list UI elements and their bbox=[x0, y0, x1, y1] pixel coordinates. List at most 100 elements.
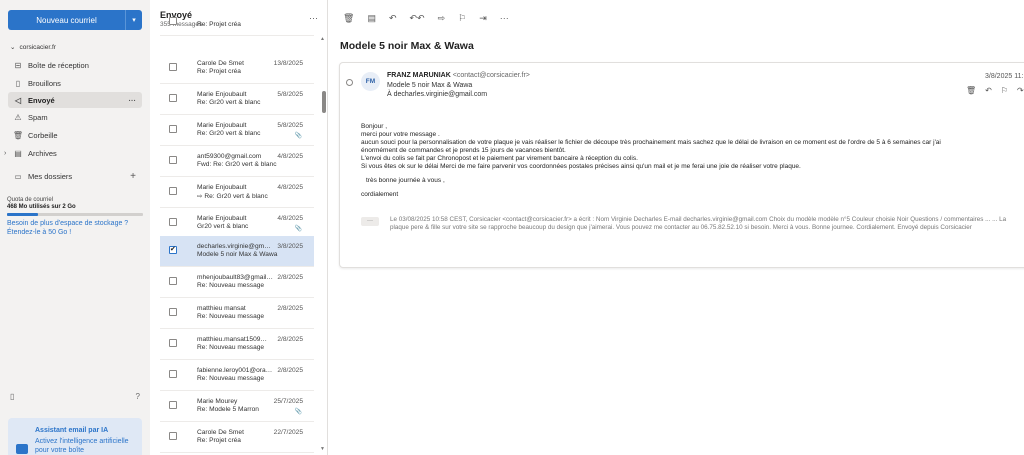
sender-name: FRANZ MARUNIAK bbox=[387, 72, 451, 79]
body-line: Bonjour , bbox=[361, 123, 388, 130]
delete-icon[interactable]: 🗑 bbox=[343, 13, 354, 24]
message-row[interactable]: Carole De Smet 22/7/2025 Re: Projet créa bbox=[160, 422, 314, 453]
row-recipient: Carole De Smet bbox=[197, 60, 244, 67]
reply-icon[interactable]: ↶ bbox=[985, 86, 992, 95]
message-row[interactable]: Marie Enjoubault 5/8/2025 Re: Gr20 vert & … bbox=[160, 115, 314, 146]
folder-spam[interactable]: ⚠ Spam bbox=[8, 109, 142, 125]
message-row[interactable]: Marie Mourey 25/7/2025 Re: Modele 5 Marron… bbox=[160, 391, 314, 422]
account-toggle[interactable]: ⌄ corsicacier.fr bbox=[10, 43, 56, 52]
sender: FRANZ MARUNIAK <contact@corsicacier.fr> bbox=[387, 72, 530, 79]
attachment-icon: 📎 bbox=[294, 226, 302, 232]
row-date: 2/8/2025 bbox=[277, 367, 303, 374]
show-quote-button[interactable]: ··· bbox=[361, 217, 379, 226]
select-radio[interactable] bbox=[346, 79, 353, 86]
move-to-folder-icon[interactable]: ⇥ bbox=[479, 13, 487, 24]
delete-icon[interactable]: 🗑 bbox=[966, 86, 976, 95]
help-icon[interactable]: ? bbox=[136, 392, 140, 401]
scroll-down-icon[interactable]: ▼ bbox=[320, 446, 325, 452]
row-checkbox[interactable] bbox=[169, 308, 177, 316]
message-row[interactable]: matthieu.mansat1509@gmail.com 2/8/2025 Re:… bbox=[160, 329, 314, 360]
folder-archive[interactable]: › ▤ Archives bbox=[4, 145, 142, 161]
folder-drafts[interactable]: ▯ Brouillons bbox=[8, 75, 142, 91]
row-subject: Re: Nouveau message bbox=[197, 375, 265, 382]
row-date: 2/8/2025 bbox=[277, 305, 303, 312]
row-checkbox[interactable] bbox=[169, 401, 177, 409]
flag-icon[interactable]: ⚐ bbox=[1001, 86, 1008, 95]
row-subject: Re: Projet créa bbox=[197, 68, 241, 75]
row-checkbox[interactable]: ✔ bbox=[169, 246, 177, 254]
row-checkbox[interactable] bbox=[169, 63, 177, 71]
chevron-down-icon: ⌄ bbox=[10, 44, 16, 51]
message-row[interactable]: Carole De Smet 13/8/2025 Re: Projet créa bbox=[160, 53, 314, 84]
row-checkbox[interactable] bbox=[169, 187, 177, 195]
new-mail-label: Nouveau courriel bbox=[36, 15, 97, 25]
ai-assistant-banner[interactable]: Assistant email par IA Activez l'intelli… bbox=[8, 418, 142, 455]
row-recipient: matthieu.mansat1509@gmail.com bbox=[197, 336, 273, 343]
recipient-email: decharles.virginie@gmail.com bbox=[393, 91, 488, 98]
message-row[interactable]: Marie Enjoubault 4/8/2025 Gr20 vert & blan… bbox=[160, 208, 314, 239]
account-name: corsicacier.fr bbox=[19, 43, 56, 51]
row-date: 2/8/2025 bbox=[277, 336, 303, 343]
message-row[interactable]: ant59300@gmail.com 4/8/2025 Fwd: Re: Gr20 … bbox=[160, 146, 314, 177]
row-recipient: Marie Enjoubault bbox=[197, 91, 247, 98]
row-checkbox[interactable] bbox=[169, 218, 177, 226]
row-checkbox[interactable] bbox=[169, 277, 177, 285]
mail-quota: Quota de courriel 468 Mo utilisés sur 2 … bbox=[7, 197, 143, 237]
row-subject: Re: Projet créa bbox=[197, 437, 241, 444]
message-row[interactable]: mhenjoubault83@gmail.com 2/8/2025 Re: Nouv… bbox=[160, 267, 314, 298]
row-date: 5/8/2025 bbox=[277, 91, 303, 98]
message-toolbar: 🗑 ▤ ↶ ↶↶ ⇨ ⚐ ⇥ ··· bbox=[343, 13, 509, 24]
check-icon: ✔ bbox=[170, 246, 176, 253]
reading-pane: 🗑 ▤ ↶ ↶↶ ⇨ ⚐ ⇥ ··· Modele 5 noir Max & W… bbox=[329, 0, 1024, 455]
chevron-down-icon[interactable]: ▾ bbox=[126, 16, 142, 24]
avatar: FM bbox=[361, 72, 380, 91]
row-date: 22/7/2025 bbox=[273, 429, 303, 436]
more-options-icon[interactable]: ··· bbox=[129, 96, 137, 105]
row-checkbox[interactable] bbox=[169, 156, 177, 164]
row-date: 13/8/2025 bbox=[273, 60, 303, 67]
attachment-icon: 📎 bbox=[294, 133, 302, 139]
message-card: FM FRANZ MARUNIAK <contact@corsicacier.f… bbox=[339, 62, 1024, 268]
flag-icon[interactable]: ⚐ bbox=[458, 13, 466, 24]
folder-inbox[interactable]: ⊟ Boîte de réception bbox=[8, 57, 142, 73]
add-folder-icon[interactable]: + bbox=[130, 171, 136, 182]
row-checkbox[interactable] bbox=[169, 125, 177, 133]
row-checkbox[interactable] bbox=[169, 370, 177, 378]
row-checkbox[interactable] bbox=[169, 94, 177, 102]
scrollbar-thumb[interactable] bbox=[322, 91, 326, 113]
row-recipient: matthieu mansat bbox=[197, 305, 246, 312]
recipients: À decharles.virginie@gmail.com bbox=[387, 91, 488, 98]
message-row[interactable]: matthieu mansat 2/8/2025 Re: Nouveau messa… bbox=[160, 298, 314, 329]
body-line: très bonne journée à vous , bbox=[366, 177, 445, 184]
forward-icon[interactable]: ⇨ bbox=[438, 13, 446, 24]
message-row[interactable]: fabienne.leroy001@orange.fr 2/8/2025 Re: N… bbox=[160, 360, 314, 391]
message-row[interactable]: Re: Projet créa bbox=[160, 16, 314, 36]
row-recipient: fabienne.leroy001@orange.fr bbox=[197, 367, 273, 374]
collapse-panel-icon[interactable]: ▯ bbox=[10, 392, 14, 401]
my-folders[interactable]: ▭ Mes dossiers + bbox=[8, 171, 142, 182]
row-recipient: Carole De Smet bbox=[197, 429, 244, 436]
attachment-icon: 📎 bbox=[294, 409, 302, 415]
new-mail-button[interactable]: Nouveau courriel ▾ bbox=[8, 10, 142, 30]
row-date: 4/8/2025 bbox=[277, 184, 303, 191]
chevron-right-icon[interactable]: › bbox=[4, 150, 6, 157]
folder-trash[interactable]: 🗑 Corbeille bbox=[8, 127, 142, 143]
message-row[interactable]: ✔ decharles.virginie@gmail.com 3/8/2025Mod… bbox=[160, 236, 314, 267]
assistant-desc: Activez l'intelligence artificielle pour… bbox=[35, 438, 129, 454]
more-options-icon[interactable]: ··· bbox=[500, 13, 509, 24]
archive-icon[interactable]: ▤ bbox=[367, 13, 376, 24]
folder-sidebar: Nouveau courriel ▾ ⌄ corsicacier.fr ⊟ Bo… bbox=[0, 0, 150, 455]
reply-icon[interactable]: ↶ bbox=[389, 13, 397, 24]
forward-icon[interactable]: ↷ bbox=[1017, 86, 1024, 95]
reply-all-icon[interactable]: ↶↶ bbox=[410, 13, 425, 24]
message-row[interactable]: Marie Enjoubault 4/8/2025 ⇨ Re: Gr20 vert … bbox=[160, 177, 314, 208]
inbox-icon: ⊟ bbox=[14, 60, 22, 70]
message-row[interactable]: Marie Enjoubault 5/8/2025 Re: Gr20 vert & … bbox=[160, 84, 314, 115]
row-checkbox[interactable] bbox=[169, 432, 177, 440]
scroll-up-icon[interactable]: ▲ bbox=[320, 36, 325, 42]
folder-sent[interactable]: ◁ Envoyé ··· bbox=[8, 92, 142, 108]
expand-storage-link[interactable]: Besoin de plus d'espace de stockage ? Ét… bbox=[7, 219, 143, 237]
quota-bar-fill bbox=[7, 213, 39, 216]
row-checkbox[interactable] bbox=[169, 17, 177, 25]
row-checkbox[interactable] bbox=[169, 339, 177, 347]
